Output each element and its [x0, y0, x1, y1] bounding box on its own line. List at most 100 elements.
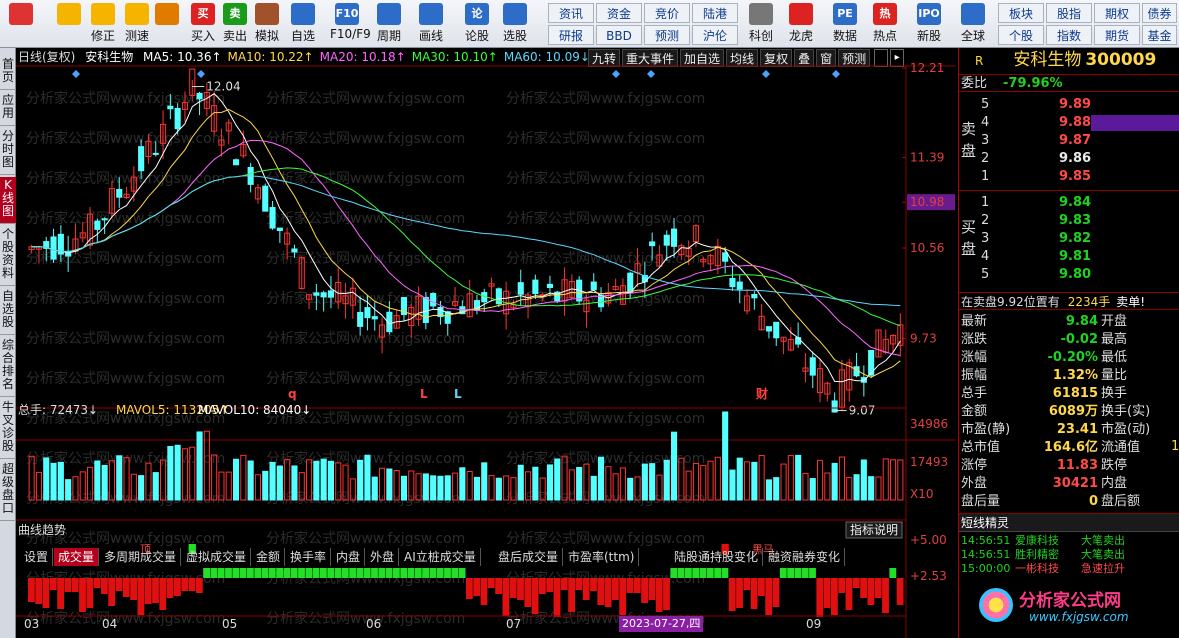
quick-link-button[interactable]: 指数 [1046, 25, 1092, 45]
quick-link-button[interactable]: 板块 [998, 3, 1044, 23]
price-tick-label: 11.39 [910, 150, 944, 164]
indicator-tab[interactable]: 虚拟成交量 [182, 548, 252, 566]
globe-button[interactable]: 全球 [956, 2, 990, 46]
indicator-tab[interactable]: 内盘 [332, 548, 366, 566]
indicator-tab[interactable]: 金额 [252, 548, 286, 566]
volume-bar [809, 478, 816, 501]
clock-button[interactable]: 测速 [120, 2, 154, 46]
volume-bar [751, 461, 758, 501]
sell-button[interactable]: 卖卖出 [218, 2, 252, 46]
indicator-tab[interactable]: 陆股通持股变化 [670, 548, 764, 566]
updown-arrow-button[interactable]: 修正 [86, 2, 120, 46]
chart-button[interactable]: 科创 [744, 2, 778, 46]
toolbar-label: 卖出 [222, 29, 247, 43]
volume-bar [729, 469, 736, 501]
vnav-tab[interactable]: 首页 [0, 56, 16, 90]
vnav-tab[interactable]: 应用 [0, 92, 16, 126]
f10-button[interactable]: F10 F10/F9 [330, 2, 371, 46]
candle [809, 351, 816, 389]
stat-row: 涨跌 -0.02 最高 [959, 331, 1179, 349]
quick-link-button[interactable]: 竞价 [644, 3, 690, 23]
big-order-note: 在卖盘9.92位置有 2234手 卖单! [959, 292, 1179, 310]
watermark-text: 分析家公式网www.fxjgsw.com [506, 330, 705, 347]
sprite-row[interactable]: 15:00:00 一彬科技 急速拉升 [959, 562, 1179, 576]
quick-link-button[interactable]: 资讯 [548, 3, 594, 23]
vnav-tab[interactable]: 综合排名 [0, 337, 16, 397]
volume-bar [824, 472, 831, 501]
vnav-tab[interactable]: 牛叉诊股 [0, 399, 16, 459]
volume-bar [868, 476, 875, 501]
quick-link-button[interactable]: 沪伦 [692, 25, 738, 45]
event-marker[interactable]: L [420, 387, 428, 401]
volume-bar [846, 477, 853, 501]
hammer-button[interactable]: 模拟 [250, 2, 284, 46]
indicator-tab[interactable]: 设置 [20, 548, 54, 566]
event-diamond[interactable] [762, 70, 770, 78]
indicator-tab[interactable]: 外盘 [366, 548, 400, 566]
volume-bar [247, 460, 254, 501]
quick-link-button[interactable]: 期权 [1094, 3, 1140, 23]
volume-bar [444, 475, 451, 501]
quick-link-button[interactable]: 股指 [1046, 3, 1092, 23]
event-diamond[interactable] [197, 70, 205, 78]
pen-button[interactable]: 画线 [414, 2, 448, 46]
indicator-tab[interactable]: 多周期成交量 [100, 548, 182, 566]
candle [802, 353, 809, 383]
buy-button[interactable]: 买买入 [186, 2, 220, 46]
quick-link-button[interactable]: 债券 [1142, 3, 1177, 23]
volume-bar [101, 464, 108, 501]
event-diamond[interactable] [72, 70, 80, 78]
indicator-tab[interactable]: 盘后成交量 [494, 548, 564, 566]
sprite-row[interactable]: 14:56:51 爱康科技 大笔卖出 [959, 534, 1179, 548]
indicator-tab[interactable]: 成交量 [54, 548, 100, 566]
quick-link-button[interactable]: 期货 [1094, 25, 1140, 45]
stat-value: -0.02 [1060, 332, 1098, 347]
vnav-tab[interactable]: 分时图 [0, 128, 16, 175]
back-arrow-icon [57, 3, 81, 25]
sell-level-row: 1 9.85 [959, 168, 1179, 186]
hot-button[interactable]: 热热点 [868, 2, 902, 46]
vnav-tab[interactable]: 超级盘口 [0, 461, 16, 521]
grid-button[interactable] [4, 2, 38, 46]
indicator-tab[interactable]: AI立桩成交量 [400, 548, 481, 566]
dragon-button[interactable]: 龙虎 [784, 2, 818, 46]
event-marker[interactable]: 财 [755, 386, 768, 401]
quick-link-button[interactable]: BBD [596, 25, 642, 45]
sprite-title[interactable]: 短线精灵 [959, 514, 1179, 532]
favorites-button[interactable]: 自选 [286, 2, 320, 46]
candle [94, 218, 101, 243]
pe-button[interactable]: PE 数据 [828, 2, 862, 46]
vnav-tab[interactable]: 个股资料 [0, 226, 16, 286]
ipo-button[interactable]: IPO 新股 [912, 2, 946, 46]
event-diamond[interactable] [647, 70, 655, 78]
candle [590, 273, 597, 291]
period-button[interactable]: 周期 [372, 2, 406, 46]
vnav-tab[interactable]: 自选股 [0, 288, 16, 335]
quick-link-button[interactable]: 研报 [548, 25, 594, 45]
stat-right-label: 内盘 [1101, 476, 1128, 491]
quick-link-button[interactable]: 基金 [1142, 25, 1177, 45]
sprite-row[interactable]: 14:56:51 胜利精密 大笔卖出 [959, 548, 1179, 562]
forum-button[interactable]: 论论股 [460, 2, 494, 46]
indicator-tab[interactable]: 市盈率(ttm) [564, 548, 640, 566]
event-diamond[interactable] [832, 70, 840, 78]
x-axis-label: 06 [366, 617, 381, 631]
volume-bar [50, 462, 57, 501]
quick-link-button[interactable]: 陆港 [692, 3, 738, 23]
quick-link-button[interactable]: 预测 [644, 25, 690, 45]
event-marker[interactable]: q [288, 387, 297, 401]
quick-link-button[interactable]: 资金 [596, 3, 642, 23]
quick-link-button[interactable]: 个股 [998, 25, 1044, 45]
toolbar-label: 选股 [502, 29, 527, 43]
event-marker[interactable]: L [454, 387, 462, 401]
indicator-tab[interactable]: 融资融券变化 [764, 548, 846, 566]
alarm-clock-button[interactable] [150, 2, 184, 46]
volume-bar [437, 475, 444, 501]
pick-stock-button[interactable]: 选股 [498, 2, 532, 46]
watermark-text: 分析家公式网www.fxjgsw.com [266, 90, 465, 107]
stat-right-label: 最低 [1101, 350, 1128, 365]
indicator-tab[interactable]: 换手率 [286, 548, 332, 566]
back-arrow-button[interactable] [52, 2, 86, 46]
vnav-tab[interactable]: K线图 [0, 177, 16, 224]
event-diamond[interactable] [612, 70, 620, 78]
